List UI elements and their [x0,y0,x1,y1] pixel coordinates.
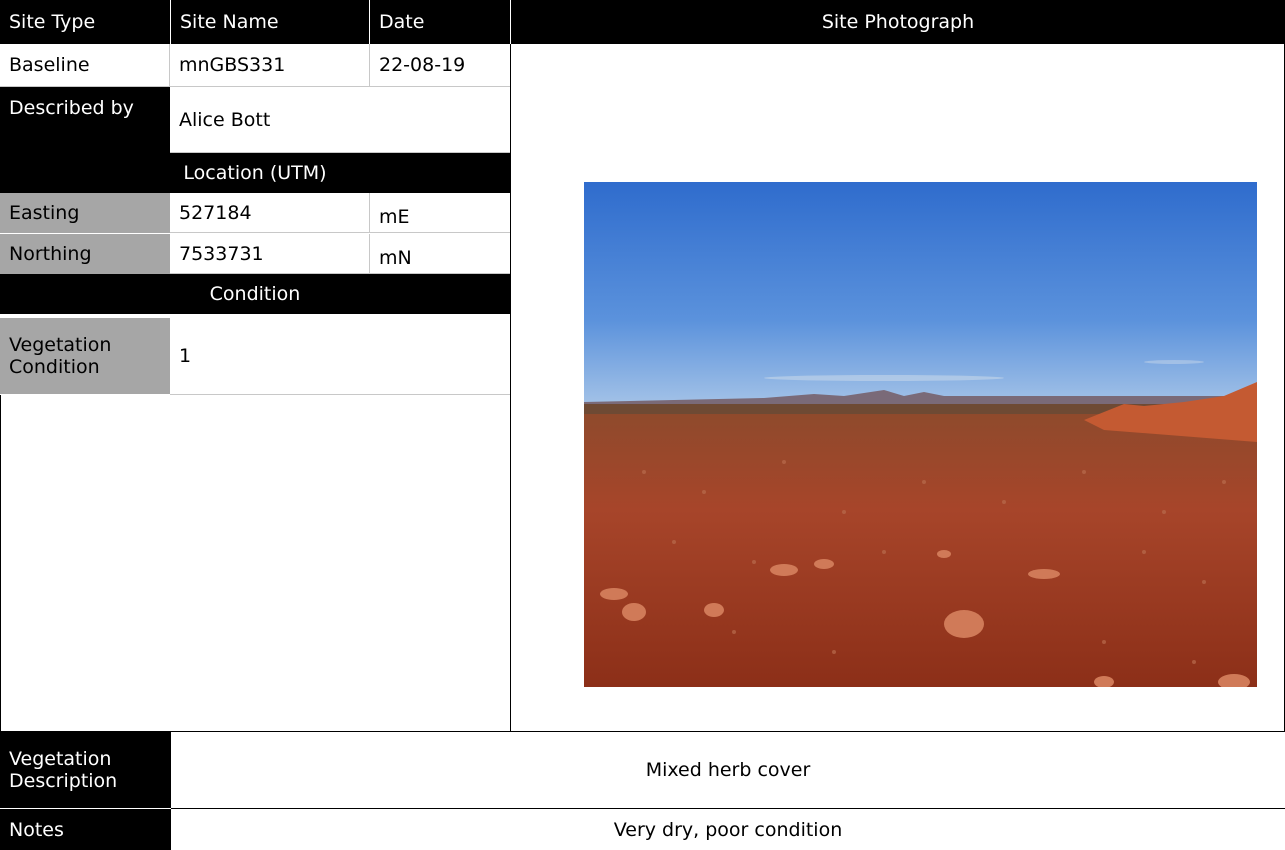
panel-divider [510,44,511,732]
date-value: 22-08-19 [370,44,510,87]
location-heading: Location (UTM) [0,153,510,193]
northing-value: 7533731 [170,234,370,274]
easting-label: Easting [0,193,170,233]
site-name-header: Site Name [171,0,369,44]
notes-value: Very dry, poor condition [613,818,843,841]
described-by-value: Alice Bott [170,87,510,153]
date-header: Date [370,0,510,44]
site-type-value: Baseline [0,44,170,87]
left-border [0,395,1,732]
vegetation-description-label: Vegetation Description [0,732,171,808]
vegetation-description-value: Mixed herb cover [645,759,811,781]
notes-label: Notes [0,809,171,850]
northing-unit: mN [370,234,510,274]
condition-heading: Condition [0,274,510,314]
northing-label: Northing [0,234,170,274]
easting-value: 527184 [170,193,370,233]
vegetation-condition-label: Vegetation Condition [0,318,170,394]
described-by-label: Described by [0,87,170,153]
easting-unit: mE [370,193,510,233]
site-type-header: Site Type [0,0,170,44]
site-photograph [584,182,1257,687]
vegetation-condition-value: 1 [170,318,510,395]
site-photograph-header: Site Photograph [511,0,1285,44]
site-name-value: mnGBS331 [170,44,370,87]
